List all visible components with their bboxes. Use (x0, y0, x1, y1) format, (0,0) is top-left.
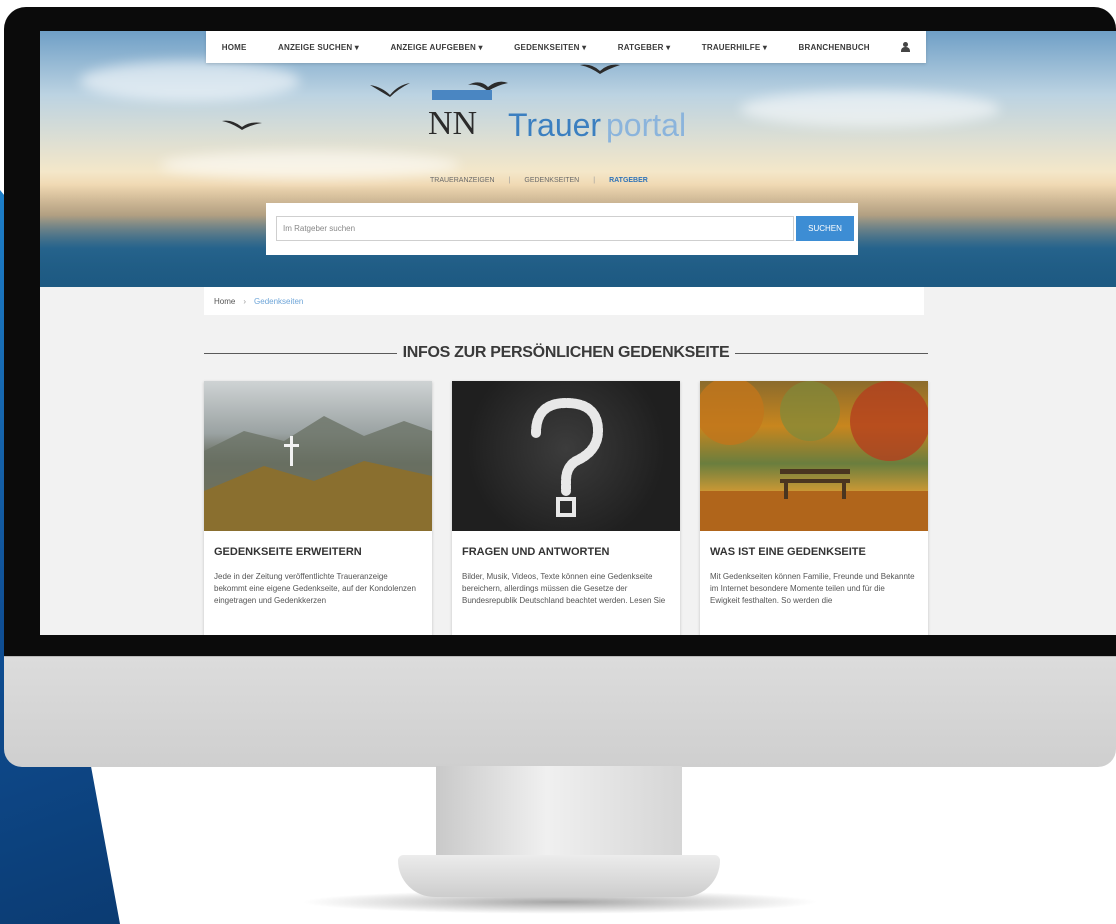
card-title[interactable]: GEDENKSEITE ERWEITERN (214, 546, 362, 558)
monitor-stand-neck (436, 766, 682, 866)
section-title: INFOS ZUR PERSÖNLICHEN GEDENKSEITE (402, 344, 730, 361)
seagull-icon (370, 83, 410, 97)
card-fragen-und-antworten[interactable]: FRAGEN UND ANTWORTEN Bilder, Musik, Vide… (452, 381, 680, 635)
monitor-screen: NN Trauer portal TRAUERANZEIGEN | GEDENK… (40, 31, 1116, 635)
top-navigation: HOME ANZEIGE SUCHEN ▾ ANZEIGE AUFGEBEN ▾… (206, 31, 926, 63)
monitor-chin (4, 656, 1116, 767)
nav-item-trauerhilfe[interactable]: TRAUERHILFE ▾ (702, 43, 767, 52)
card-image-autumn-bench[interactable] (700, 381, 928, 531)
card-text: Mit Gedenkseiten können Familie, Freunde… (710, 572, 915, 605)
nav-item-home[interactable]: HOME (222, 43, 247, 52)
card-image-mountain-cross[interactable] (204, 381, 432, 531)
seagull-icon (580, 64, 620, 74)
subtab-gedenkseiten[interactable]: GEDENKSEITEN (524, 177, 579, 184)
mountain-landscape-illustration (204, 416, 432, 531)
card-was-ist-eine-gedenkseite[interactable]: WAS IST EINE GEDENKSEITE Mit Gedenkseite… (700, 381, 928, 635)
monitor-mockup: NN Trauer portal TRAUERANZEIGEN | GEDENK… (0, 0, 1116, 924)
logo-nn[interactable]: NN (428, 105, 477, 143)
search-panel: Im Ratgeber suchen SUCHEN (266, 203, 858, 255)
logo-trauer[interactable]: Trauer (508, 107, 601, 144)
breadcrumb-home[interactable]: Home (214, 297, 235, 306)
card-title[interactable]: FRAGEN UND ANTWORTEN (462, 546, 609, 558)
card-grid: GEDENKSEITE ERWEITERN Jede in der Zeitun… (204, 381, 928, 635)
seagull-icon (222, 120, 262, 130)
subtab-bar: TRAUERANZEIGEN | GEDENKSEITEN | RATGEBER (430, 177, 648, 184)
logo-accent-bar (432, 90, 492, 100)
monitor-stand-foot (398, 855, 720, 897)
subtab-separator: | (593, 177, 596, 184)
subtab-ratgeber[interactable]: RATGEBER (609, 177, 648, 184)
user-icon[interactable] (901, 42, 911, 52)
nav-item-anzeige-suchen[interactable]: ANZEIGE SUCHEN ▾ (278, 43, 359, 52)
hero-banner: NN Trauer portal TRAUERANZEIGEN | GEDENK… (40, 31, 1116, 287)
heading-rule-right (735, 352, 929, 354)
nav-item-ratgeber[interactable]: RATGEBER ▾ (618, 43, 671, 52)
cloud (80, 61, 300, 101)
nav-item-anzeige-aufgeben[interactable]: ANZEIGE AUFGEBEN ▾ (390, 43, 482, 52)
search-button[interactable]: SUCHEN (796, 216, 854, 241)
nav-item-branchenbuch[interactable]: BRANCHENBUCH (798, 43, 869, 52)
card-gedenkseite-erweitern[interactable]: GEDENKSEITE ERWEITERN Jede in der Zeitun… (204, 381, 432, 635)
autumn-bench-illustration (700, 381, 928, 531)
card-text: Bilder, Musik, Videos, Texte können eine… (462, 572, 666, 605)
cloud (740, 91, 1000, 127)
card-image-question-mark[interactable] (452, 381, 680, 531)
section-heading: INFOS ZUR PERSÖNLICHEN GEDENKSEITE (204, 341, 929, 365)
search-input[interactable]: Im Ratgeber suchen (276, 216, 794, 241)
breadcrumb-current: Gedenkseiten (254, 296, 304, 306)
nav-item-gedenkseiten[interactable]: GEDENKSEITEN ▾ (514, 43, 586, 52)
subtab-separator: | (508, 177, 511, 184)
logo-portal[interactable]: portal (606, 107, 686, 144)
heading-rule-left (204, 352, 397, 354)
card-text: Jede in der Zeitung veröffentlichte Trau… (214, 572, 416, 605)
subtab-traueranzeigen[interactable]: TRAUERANZEIGEN (430, 177, 495, 184)
breadcrumb: Home › Gedenkseiten (204, 287, 924, 315)
cloud (160, 151, 460, 179)
breadcrumb-separator: › (243, 296, 247, 306)
chalk-question-mark-icon (531, 397, 604, 517)
card-title[interactable]: WAS IST EINE GEDENKSEITE (710, 546, 866, 558)
